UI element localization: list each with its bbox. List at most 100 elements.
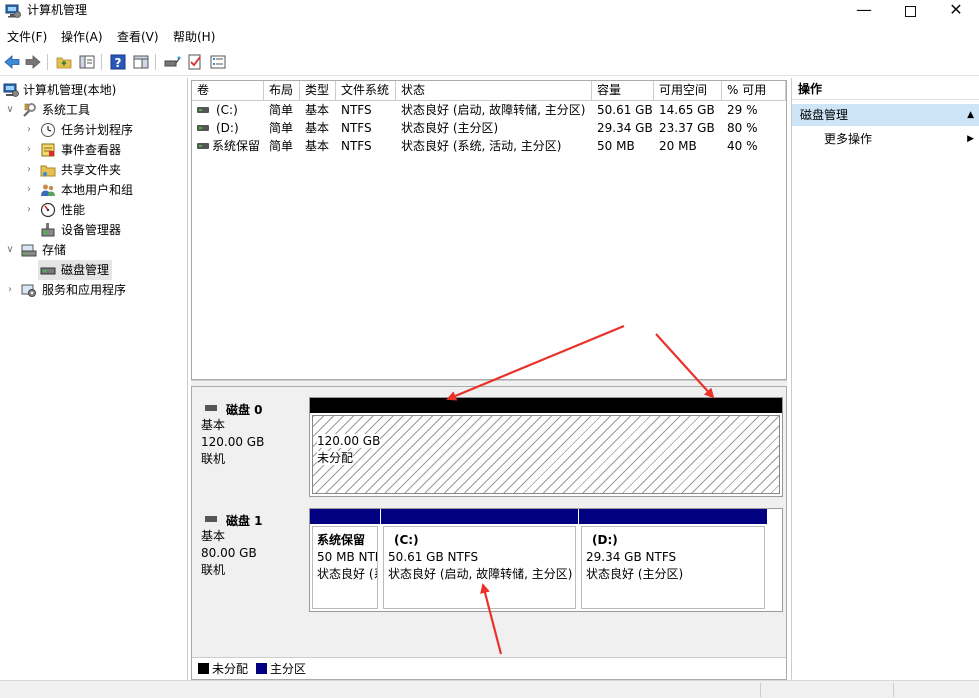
- partition-size: 50 MB NTFS: [317, 550, 377, 564]
- check-disk-icon[interactable]: [186, 53, 204, 71]
- forward-arrow-icon[interactable]: [24, 53, 42, 71]
- partition-d[interactable]: (D:) 29.34 GB NTFS 状态良好 (主分区): [579, 509, 767, 611]
- menu-help[interactable]: 帮助(H): [173, 29, 215, 45]
- disk-0-area: 120.00 GB 未分配: [309, 397, 783, 497]
- actions-section-label: 磁盘管理: [800, 108, 849, 122]
- column-header-volume[interactable]: 卷: [192, 81, 264, 101]
- unallocated-bar: [310, 398, 782, 413]
- show-hide-tree-icon[interactable]: [78, 53, 96, 71]
- storage-icon: [21, 244, 37, 257]
- disk-1-label[interactable]: 磁盘 1 基本 80.00 GB 联机: [193, 505, 307, 613]
- computer-management-icon: [5, 4, 21, 18]
- partition-name: (C:): [394, 533, 419, 547]
- chevron-right-icon[interactable]: ›: [24, 140, 34, 160]
- cell-filesystem: NTFS: [341, 103, 372, 117]
- tree-item-system-tools[interactable]: ∨ 系统工具: [0, 100, 188, 120]
- disk-name: 磁盘 1: [226, 514, 263, 528]
- partition-system-reserved[interactable]: 系统保留 50 MB NTFS 状态良好 (系统, 活动, 主分区): [310, 509, 380, 611]
- close-icon: ✕: [949, 0, 963, 19]
- menu-action[interactable]: 操作(A): [61, 29, 103, 45]
- tree-item-local-users[interactable]: › 本地用户和组: [0, 180, 188, 200]
- column-header-capacity[interactable]: 容量: [592, 81, 654, 101]
- chevron-right-icon[interactable]: ›: [24, 160, 34, 180]
- tree-item-root[interactable]: 计算机管理(本地): [0, 80, 188, 100]
- minimize-button[interactable]: —: [841, 0, 887, 24]
- volume-icon: [197, 107, 209, 113]
- column-header-layout[interactable]: 布局: [264, 81, 300, 101]
- column-header-status[interactable]: 状态: [396, 81, 592, 101]
- actions-header: 操作: [792, 78, 979, 100]
- connect-drive-icon[interactable]: [163, 53, 181, 71]
- chevron-right-icon[interactable]: ›: [5, 280, 15, 300]
- partition-size: 50.61 GB NTFS: [388, 550, 479, 564]
- table-row[interactable]: (D:) 简单 基本 NTFS 状态良好 (主分区) 29.34 GB 23.3…: [192, 119, 786, 137]
- chevron-right-icon[interactable]: ›: [24, 120, 34, 140]
- clock-icon: [41, 123, 55, 137]
- properties-pane-icon[interactable]: [132, 53, 150, 71]
- computer-management-icon: [3, 83, 19, 97]
- cell-free-space: 20 MB: [659, 139, 697, 153]
- menu-view[interactable]: 查看(V): [117, 29, 159, 45]
- unallocated-partition[interactable]: 120.00 GB 未分配: [310, 398, 782, 496]
- cell-layout: 简单: [269, 139, 294, 153]
- disk-state: 联机: [201, 452, 226, 466]
- close-button[interactable]: ✕: [933, 0, 979, 24]
- table-row[interactable]: (C:) 简单 基本 NTFS 状态良好 (启动, 故障转储, 主分区) 50.…: [192, 101, 786, 119]
- primary-partition-bar: [579, 509, 767, 524]
- column-header-filesystem[interactable]: 文件系统: [336, 81, 396, 101]
- more-actions-item[interactable]: 更多操作 ▶: [792, 128, 979, 150]
- cell-capacity: 50 MB: [597, 139, 635, 153]
- list-view-icon[interactable]: [209, 53, 227, 71]
- tree-item-task-scheduler[interactable]: › 任务计划程序: [0, 120, 188, 140]
- partition-size: 120.00 GB: [317, 434, 381, 448]
- menu-bar: 文件(F) 操作(A) 查看(V) 帮助(H): [0, 26, 979, 48]
- help-icon[interactable]: ?: [109, 53, 127, 71]
- cell-filesystem: NTFS: [341, 121, 372, 135]
- disk-icon: [205, 516, 217, 522]
- column-header-percent-free[interactable]: % 可用: [722, 81, 786, 101]
- volume-icon: [197, 125, 209, 131]
- device-manager-icon: [41, 223, 55, 237]
- back-arrow-icon[interactable]: [3, 53, 21, 71]
- legend: 未分配 主分区: [192, 657, 786, 679]
- menu-file[interactable]: 文件(F): [7, 29, 47, 45]
- disk-0-label[interactable]: 磁盘 0 基本 120.00 GB 联机: [193, 394, 307, 500]
- cell-free-space: 14.65 GB: [659, 103, 715, 117]
- tree-item-device-manager[interactable]: 设备管理器: [0, 220, 188, 240]
- tree-item-event-viewer[interactable]: › 事件查看器: [0, 140, 188, 160]
- collapse-up-icon[interactable]: ▲: [967, 104, 974, 126]
- chevron-right-icon[interactable]: ›: [24, 200, 34, 220]
- cell-percent-free: 29 %: [727, 103, 758, 117]
- status-bar: [0, 680, 979, 698]
- column-header-free-space[interactable]: 可用空间: [654, 81, 722, 101]
- chevron-down-icon[interactable]: ∨: [5, 100, 15, 120]
- disk-size: 80.00 GB: [201, 546, 257, 560]
- chevron-right-icon[interactable]: ›: [24, 180, 34, 200]
- toolbar: ?: [0, 48, 979, 76]
- tree-item-performance[interactable]: › 性能: [0, 200, 188, 220]
- toolbar-separator: [47, 54, 48, 70]
- actions-section-disk-management[interactable]: 磁盘管理 ▲: [792, 104, 979, 126]
- tree-item-shared-folders[interactable]: › 共享文件夹: [0, 160, 188, 180]
- legend-primary: 主分区: [270, 662, 307, 676]
- up-folder-icon[interactable]: [55, 53, 73, 71]
- disk-type: 基本: [201, 418, 226, 432]
- column-header-type[interactable]: 类型: [300, 81, 336, 101]
- tree-item-services[interactable]: › 服务和应用程序: [0, 280, 188, 300]
- partition-size: 29.34 GB NTFS: [586, 550, 677, 564]
- table-row[interactable]: 系统保留 简单 基本 NTFS 状态良好 (系统, 活动, 主分区) 50 MB…: [192, 137, 786, 155]
- tree-item-storage[interactable]: ∨ 存储: [0, 240, 188, 260]
- cell-type: 基本: [305, 121, 330, 135]
- cell-volume: (D:): [216, 121, 239, 135]
- partition-c[interactable]: (C:) 50.61 GB NTFS 状态良好 (启动, 故障转储, 主分区): [381, 509, 578, 611]
- maximize-icon: [904, 6, 916, 17]
- cell-capacity: 29.34 GB: [597, 121, 653, 135]
- cell-percent-free: 80 %: [727, 121, 758, 135]
- maximize-button[interactable]: [887, 0, 933, 24]
- status-divider: [760, 683, 761, 697]
- chevron-down-icon[interactable]: ∨: [5, 240, 15, 260]
- title-bar: 计算机管理 — ✕: [0, 0, 979, 26]
- tree-label: 共享文件夹: [61, 163, 122, 177]
- tree-item-disk-management[interactable]: 磁盘管理: [38, 260, 112, 280]
- tree-label: 性能: [61, 203, 86, 217]
